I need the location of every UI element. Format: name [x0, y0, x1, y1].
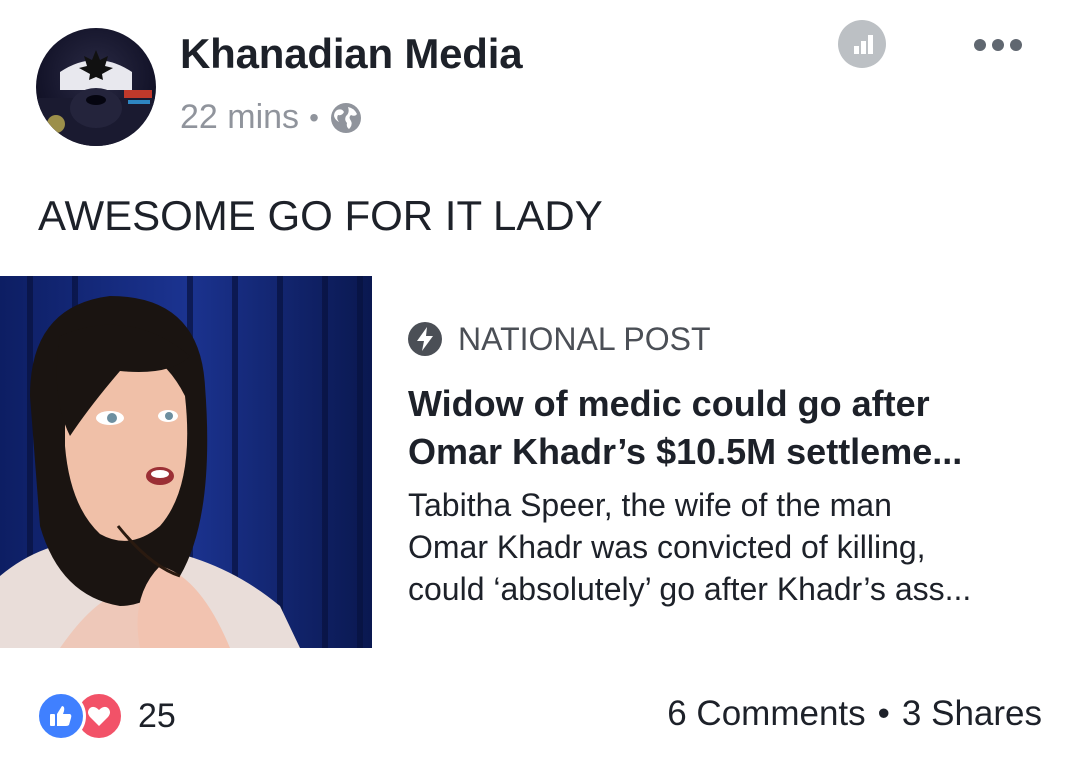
- description-line: Tabitha Speer, the wife of the man: [408, 487, 892, 523]
- article-thumbnail[interactable]: [0, 276, 372, 648]
- post-text: AWESOME GO FOR IT LADY: [38, 192, 603, 239]
- author-name[interactable]: Khanadian Media: [180, 30, 523, 78]
- globe-icon[interactable]: [329, 101, 363, 135]
- link-preview-card[interactable]: NATIONAL POST Widow of medic could go af…: [0, 276, 1076, 648]
- more-dots-icon: [974, 39, 1022, 51]
- lightning-bolt-icon: [408, 322, 442, 356]
- author-avatar[interactable]: [36, 28, 156, 146]
- like-icon: [36, 691, 86, 741]
- insights-button[interactable]: [838, 20, 886, 68]
- shares-count[interactable]: 3 Shares: [902, 694, 1042, 734]
- post-header: Khanadian Media 22 mins •: [0, 0, 1076, 170]
- description-line: Omar Khadr was convicted of killing,: [408, 529, 926, 565]
- article-description: Tabitha Speer, the wife of the man Omar …: [408, 484, 1058, 610]
- link-text: NATIONAL POST Widow of medic could go af…: [408, 318, 1058, 610]
- headline-line: Widow of medic could go after: [408, 383, 930, 424]
- source-name: NATIONAL POST: [458, 320, 711, 357]
- post-meta: 22 mins •: [180, 98, 363, 137]
- reaction-count: 25: [138, 696, 176, 735]
- reactions-summary[interactable]: 25: [36, 691, 176, 741]
- engagement-counts: 6 Comments • 3 Shares: [667, 694, 1042, 734]
- counts-separator: •: [877, 694, 890, 733]
- meta-separator: •: [309, 101, 319, 133]
- post-footer: 25 6 Comments • 3 Shares: [0, 680, 1076, 750]
- headline-line: Omar Khadr’s $10.5M settleme...: [408, 431, 963, 472]
- article-source: NATIONAL POST: [408, 318, 1058, 360]
- description-line: could ‘absolutely’ go after Khadr’s ass.…: [408, 571, 972, 607]
- bar-chart-icon: [854, 35, 873, 54]
- more-options-button[interactable]: [970, 30, 1030, 60]
- article-headline[interactable]: Widow of medic could go after Omar Khadr…: [408, 380, 1058, 476]
- comments-count[interactable]: 6 Comments: [667, 694, 865, 734]
- post-timestamp[interactable]: 22 mins: [180, 98, 299, 137]
